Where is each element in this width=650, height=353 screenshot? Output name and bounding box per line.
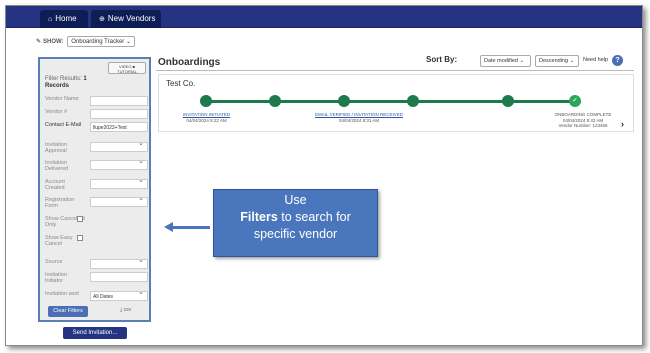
callout-bold: Filters <box>240 210 278 224</box>
wrench-icon: ✎ <box>36 39 42 45</box>
invitation-sent-select[interactable]: All Dates <box>90 290 148 301</box>
tab-home-label: Home <box>55 14 77 23</box>
send-invitation-button[interactable]: Send Invitation... <box>63 327 127 339</box>
invitation-sent-label: Invitation sent <box>45 291 79 297</box>
step-onboarding-complete: ONBOARDING COMPLETE 04/04/2024 8:43 AM V… <box>539 112 627 129</box>
step-date: 04/04/2024 8:31 AM <box>338 117 380 123</box>
filter-results-unit: Records <box>45 83 70 89</box>
progress-node <box>502 95 514 107</box>
account-created-select[interactable] <box>90 178 148 189</box>
invitation-approval-label: Invitation Approval <box>45 142 68 154</box>
contact-email-label: Contact E-Mail <box>45 122 82 128</box>
check-icon: ✓ <box>569 95 581 107</box>
registration-form-label: Registration Form <box>45 197 75 209</box>
download-icon: ⤓ <box>120 307 123 313</box>
divider <box>156 70 634 71</box>
show-bar: ✎ SHOW: Onboarding Tracker ⌄ <box>36 36 135 47</box>
help-icon[interactable]: ? <box>612 55 623 66</box>
filter-results: Filter Results: 1 Records <box>45 76 87 90</box>
tutorial-label: TUTORIAL <box>117 69 137 74</box>
chevron-down-icon: ⌄ <box>519 58 525 64</box>
vendor-number: Vendor Number: 123456 <box>558 123 608 128</box>
company-name: Test Co. <box>166 79 196 88</box>
progress-node <box>338 95 350 107</box>
callout-line-2-rest: to search for <box>277 210 351 224</box>
progress-track <box>206 100 581 103</box>
step-invitation-initiated: INVITATION INITIATED 04/04/2024 8:22 AM <box>169 112 244 123</box>
show-label: SHOW: <box>43 39 64 45</box>
plus-circle-icon: ⊕ <box>99 16 105 23</box>
show-select[interactable]: Onboarding Tracker ⌄ <box>67 36 135 47</box>
account-created-label: Account Created <box>45 179 65 191</box>
filter-results-label: Filter Results: <box>45 76 82 82</box>
show-easy-cancel-checkbox[interactable] <box>77 235 83 241</box>
need-help-link[interactable]: Need help <box>583 57 608 63</box>
callout-box: Use Filters to search for specific vendo… <box>213 189 378 257</box>
invitation-delivered-select[interactable] <box>90 159 148 170</box>
tab-new-vendors-label: New Vendors <box>107 14 156 23</box>
progress-node <box>407 95 419 107</box>
home-icon: ⌂ <box>48 16 53 23</box>
step-email-verified: EMAIL VERIFIED / INVITATION RECEIVED 04/… <box>309 112 409 123</box>
invitation-approval-select[interactable] <box>90 141 148 152</box>
sort-field-select[interactable]: Date modified ⌄ <box>480 55 531 67</box>
sort-order-value: Descending <box>539 58 569 64</box>
csv-export-button[interactable]: ⤓ csv <box>120 307 131 313</box>
sort-by-label: Sort By: <box>426 55 458 64</box>
arrow-line <box>172 226 210 229</box>
tab-home[interactable]: ⌂ Home <box>40 10 88 28</box>
step-status[interactable]: EMAIL VERIFIED / INVITATION RECEIVED <box>309 112 409 118</box>
top-navigation: ⌂ Home ⊕ New Vendors <box>6 6 642 28</box>
chevron-down-icon: ⌄ <box>569 58 575 64</box>
show-cancelled-checkbox[interactable] <box>77 216 83 222</box>
callout-line-2: Filters to search for <box>214 209 377 226</box>
app-frame: ⌂ Home ⊕ New Vendors ✎ SHOW: Onboarding Tra… <box>5 5 643 346</box>
step-date: 04/04/2024 8:22 AM <box>186 117 227 123</box>
chevron-right-icon[interactable]: › <box>621 119 624 129</box>
progress-node <box>269 95 281 107</box>
page-title: Onboardings <box>158 57 221 68</box>
vendor-name-label: Vendor Name <box>45 96 79 102</box>
filter-results-count: 1 <box>83 76 87 82</box>
invitation-initiator-label: Invitation Initiator <box>45 272 68 284</box>
filter-sidebar: VIDEO ■ TUTORIAL Filter Results: 1 Recor… <box>38 57 151 322</box>
invitation-delivered-label: Invitation Delivered <box>45 160 69 172</box>
callout-line-1: Use <box>284 193 307 207</box>
show-select-value: Onboarding Tracker <box>71 39 125 45</box>
vendor-number-input[interactable] <box>90 109 148 119</box>
progress-node <box>200 95 212 107</box>
clear-filters-button[interactable]: Clear Filters <box>48 306 88 317</box>
source-label: Source <box>45 259 63 265</box>
invitation-initiator-input[interactable] <box>90 272 148 282</box>
contact-email-input[interactable]: llupe2023+Test <box>90 122 148 132</box>
sort-order-select[interactable]: Descending ⌄ <box>535 55 579 67</box>
vendor-number-label: Vendor # <box>45 109 68 115</box>
onboarding-card[interactable]: Test Co. ✓ INVITATION INITIATED 04/04/20… <box>158 74 634 132</box>
vendor-name-input[interactable] <box>90 96 148 106</box>
tab-new-vendors[interactable]: ⊕ New Vendors <box>91 10 161 28</box>
registration-form-select[interactable] <box>90 196 148 207</box>
csv-label: csv <box>123 307 132 313</box>
video-tutorial-button[interactable]: VIDEO ■ TUTORIAL <box>108 62 146 74</box>
callout-line-3: specific vendor <box>253 227 338 241</box>
sort-field-value: Date modified <box>484 58 518 64</box>
source-select[interactable] <box>90 258 148 269</box>
